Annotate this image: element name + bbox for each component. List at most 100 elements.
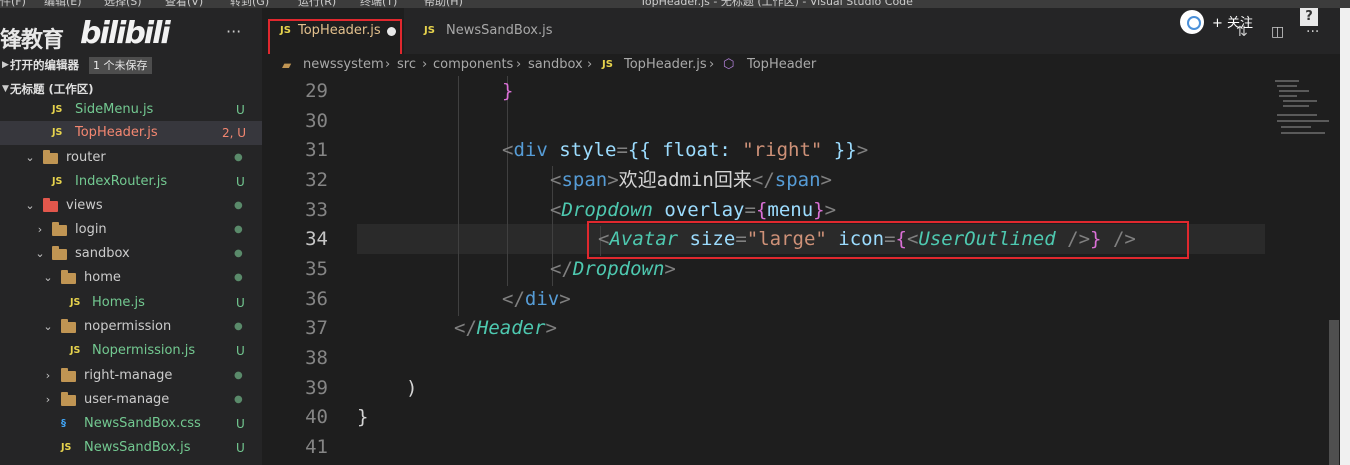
git-status-dot: ●: [234, 321, 243, 332]
js-file-icon: JS: [424, 25, 435, 36]
minimap-line: [1279, 95, 1297, 97]
tree-item-right-manage[interactable]: › right-manage ●: [0, 364, 262, 388]
title-bar: 件(F) 编辑(E) 选择(S) 查看(V) 转到(G) 运行(R) 终端(T)…: [0, 0, 1350, 8]
tree-item-router[interactable]: ⌄ router ●: [0, 146, 262, 170]
folder-icon: [61, 270, 76, 284]
file-name: Home.js: [92, 295, 145, 310]
token-object: {{ float:: [627, 139, 743, 161]
more-actions-icon[interactable]: ···: [226, 22, 241, 41]
follow-label: + 关注: [1212, 16, 1254, 31]
token-component: Dropdown: [572, 258, 665, 280]
breadcrumb-newssystem[interactable]: newssystem: [303, 54, 384, 76]
folder-views-icon: [43, 198, 58, 212]
token: }: [502, 80, 514, 102]
chevron-right-icon: ›: [45, 369, 51, 382]
folder-name: user-manage: [84, 392, 170, 407]
breadcrumb-sandbox[interactable]: sandbox: [528, 54, 583, 76]
line-number: 37: [305, 317, 328, 339]
line-number: 38: [305, 347, 328, 369]
workspace-label: 无标题 (工作区): [10, 82, 94, 96]
tree-item-topheader-js[interactable]: JS TopHeader.js 2, U: [0, 121, 262, 145]
chevron-right-icon: ›: [37, 223, 43, 236]
line-number: 41: [305, 436, 328, 458]
token-attr: overlay: [664, 199, 745, 221]
js-file-icon: JS: [602, 59, 613, 70]
git-status: U: [236, 103, 245, 117]
file-name: IndexRouter.js: [75, 174, 168, 189]
minimap-line: [1279, 90, 1309, 92]
token-tag: div: [513, 139, 548, 161]
code-editor[interactable]: 29 30 31 32 33 34 35 36 37 38 39 40 41 }…: [262, 76, 1350, 465]
tree-item-nopermission[interactable]: ⌄ nopermission ●: [0, 315, 262, 339]
minimap[interactable]: [1265, 76, 1335, 465]
folder-name: login: [75, 222, 107, 237]
js-file-icon: JS: [61, 442, 72, 453]
js-file-icon: JS: [52, 176, 63, 187]
folder-name: home: [84, 270, 121, 285]
component-symbol-icon: ⬡: [723, 57, 735, 72]
chevron-down-icon: ⌄: [43, 271, 53, 284]
minimap-line: [1281, 132, 1325, 134]
code-line-37: </Header>: [454, 317, 557, 339]
more-actions-icon[interactable]: ···: [1306, 24, 1319, 40]
line-number-current: 34: [305, 228, 328, 250]
breadcrumb: ▰ newssystem › src › components › sandbo…: [262, 54, 1350, 76]
minimap-line: [1283, 100, 1317, 102]
folder-icon: [61, 392, 76, 406]
token-tag: div: [524, 288, 560, 310]
folder-icon: [43, 150, 58, 164]
tree-item-sandbox[interactable]: ⌄ sandbox ●: [0, 242, 262, 266]
vertical-scrollbar-thumb[interactable]: [1329, 320, 1339, 465]
file-name: TopHeader.js: [75, 125, 158, 140]
js-file-icon: JS: [52, 127, 63, 138]
tree-item-sidemenu-js[interactable]: JS SideMenu.js U: [0, 98, 262, 122]
tree-item-indexrouter-js[interactable]: JS IndexRouter.js U: [0, 170, 262, 194]
tree-item-home-js[interactable]: JS Home.js U: [0, 291, 262, 315]
git-status: U: [236, 441, 245, 455]
token-value: menu: [767, 199, 814, 221]
help-icon[interactable]: ?: [1300, 8, 1318, 26]
minimap-line: [1281, 126, 1311, 128]
tab-newssandbox-js[interactable]: JS NewsSandBox.js: [404, 8, 580, 54]
tree-item-home[interactable]: ⌄ home ●: [0, 266, 262, 290]
highlight-tab-box: [268, 19, 402, 56]
git-status: U: [236, 417, 245, 431]
indent-guide: [507, 76, 508, 286]
line-number: 30: [305, 110, 328, 132]
open-editors-label: 打开的编辑器: [10, 58, 79, 72]
line-number: 31: [305, 139, 328, 161]
git-status-dot: ●: [234, 272, 243, 283]
follow-overlay[interactable]: + 关注: [1180, 10, 1276, 34]
token-object-end: }}: [822, 139, 857, 161]
tree-item-views[interactable]: ⌄ views ●: [0, 194, 262, 218]
breadcrumb-symbol[interactable]: TopHeader: [747, 54, 816, 76]
breadcrumb-components[interactable]: components: [433, 54, 513, 76]
window-edge: [1340, 8, 1350, 465]
breadcrumb-file[interactable]: TopHeader.js: [624, 54, 707, 76]
open-editors-section[interactable]: ▶ 打开的编辑器 1 个未保存: [0, 54, 262, 76]
highlight-code-box: [587, 221, 1189, 259]
code-line-40: }: [357, 402, 368, 432]
git-status: U: [236, 344, 245, 358]
git-status-dot: ●: [234, 248, 243, 259]
workspace-section[interactable]: ▼ 无标题 (工作区): [0, 78, 262, 100]
line-number: 40: [305, 406, 328, 428]
token-string: "right": [742, 139, 823, 161]
tree-item-newssandbox-js[interactable]: JS NewsSandBox.js U: [0, 436, 262, 460]
git-status-dot: ●: [234, 370, 243, 381]
folder-name: right-manage: [84, 368, 173, 383]
token-paren: ): [406, 377, 418, 399]
chevron-right-icon: ▶: [2, 60, 9, 70]
file-name: NewsSandBox.js: [84, 440, 191, 455]
tree-item-user-manage[interactable]: › user-manage ●: [0, 388, 262, 412]
line-number: 33: [305, 199, 328, 221]
tree-item-nopermission-js[interactable]: JS Nopermission.js U: [0, 339, 262, 363]
folder-icon: [52, 246, 67, 260]
token-brace: }: [357, 406, 369, 428]
minimap-line: [1277, 114, 1317, 116]
tree-item-login[interactable]: › login ●: [0, 218, 262, 242]
breadcrumb-src[interactable]: src: [397, 54, 416, 76]
chevron-right-icon: ›: [45, 393, 51, 406]
tree-item-newssandbox-css[interactable]: § NewsSandBox.css U: [0, 412, 262, 436]
minimap-line: [1277, 85, 1297, 87]
